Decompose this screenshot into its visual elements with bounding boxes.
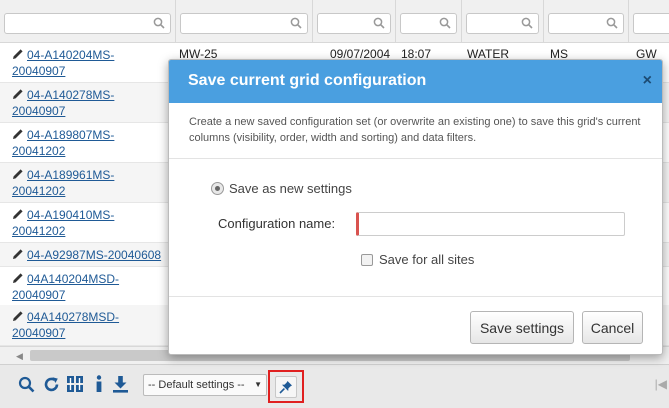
radio-button[interactable] [211, 182, 224, 195]
search-icon [606, 17, 618, 29]
filter-input[interactable] [180, 13, 308, 34]
scroll-left-icon[interactable]: ◀ [16, 351, 23, 362]
grid-toolbar: -- Default settings -- ▼ |◀ [0, 364, 669, 408]
filter-input[interactable] [400, 13, 457, 34]
filter-input[interactable] [466, 13, 539, 34]
filter-cell [396, 0, 462, 43]
checkbox[interactable] [361, 253, 373, 266]
pencil-icon[interactable] [12, 168, 24, 180]
refresh-icon[interactable] [41, 374, 61, 394]
configuration-name-input[interactable] [356, 212, 625, 236]
record-id-cell: 04-A92987MS-20040608 [12, 247, 172, 263]
search-icon [290, 17, 302, 29]
pencil-icon[interactable] [12, 128, 24, 140]
save-settings-button[interactable]: Save settings [470, 311, 574, 344]
record-link[interactable]: 04A140278MSD- [27, 310, 119, 324]
record-link[interactable]: 04-A140278MS- [27, 88, 114, 102]
columns-icon[interactable] [65, 374, 85, 394]
download-icon[interactable] [110, 374, 130, 394]
search-icon [521, 17, 533, 29]
record-link[interactable]: 20040907 [12, 104, 65, 118]
record-link[interactable]: 04-A189807MS- [27, 128, 114, 142]
pencil-icon[interactable] [12, 48, 24, 60]
record-id-cell: 04-A190410MS- 20041202 [12, 207, 172, 239]
record-id-cell: 04-A140204MS- 20040907 [12, 47, 172, 79]
save-grid-config-dialog: Save current grid configuration × Create… [168, 59, 663, 355]
radio-label: Save as new settings [229, 181, 352, 196]
record-id-cell: 04A140204MSD- 20040907 [12, 271, 172, 303]
record-link[interactable]: 04-A140204MS- [27, 48, 114, 62]
dialog-header: Save current grid configuration × [169, 60, 662, 103]
pin-icon [279, 380, 292, 394]
search-icon[interactable] [16, 374, 36, 394]
record-link[interactable]: 20040907 [12, 64, 65, 78]
pencil-icon[interactable] [12, 208, 24, 220]
record-link[interactable]: 20041202 [12, 184, 65, 198]
pin-button-face [275, 375, 297, 398]
settings-dropdown-value: -- Default settings -- [148, 379, 245, 391]
record-id-cell: 04-A140278MS- 20040907 [12, 87, 172, 119]
record-id-cell: 04-A189807MS- 20041202 [12, 127, 172, 159]
pencil-icon[interactable] [12, 272, 24, 284]
filter-cell [313, 0, 396, 43]
configuration-name-label: Configuration name: [218, 216, 336, 231]
save-configuration-button[interactable] [268, 370, 304, 403]
settings-dropdown[interactable]: -- Default settings -- ▼ [143, 374, 267, 396]
search-icon [153, 17, 165, 29]
record-link[interactable]: 04A140204MSD- [27, 272, 119, 286]
filter-input[interactable] [633, 13, 669, 34]
record-link[interactable]: 20040907 [12, 326, 65, 340]
filter-input[interactable] [4, 13, 171, 34]
filter-cell [462, 0, 544, 43]
dialog-footer: Save settings Cancel [169, 296, 662, 354]
pencil-icon[interactable] [12, 310, 24, 322]
record-link[interactable]: 04-A92987MS-20040608 [27, 248, 161, 262]
filter-row [0, 0, 669, 43]
pencil-icon[interactable] [12, 88, 24, 100]
filter-cell [0, 0, 176, 43]
pencil-icon[interactable] [12, 248, 24, 260]
search-icon [373, 17, 385, 29]
cancel-button[interactable]: Cancel [582, 311, 643, 344]
filter-cell [544, 0, 629, 43]
info-icon[interactable] [89, 374, 109, 394]
caret-down-icon: ▼ [254, 380, 262, 389]
dialog-description: Create a new saved configuration set (or… [169, 103, 662, 159]
dialog-title: Save current grid configuration [188, 72, 427, 89]
filter-cell [629, 0, 669, 43]
search-icon [439, 17, 451, 29]
record-link[interactable]: 20041202 [12, 224, 65, 238]
record-link[interactable]: 04-A190410MS- [27, 208, 114, 222]
checkbox-label: Save for all sites [379, 252, 475, 267]
filter-input[interactable] [548, 13, 624, 34]
filter-cell [176, 0, 313, 43]
close-icon[interactable]: × [643, 72, 652, 90]
save-for-all-sites-option[interactable]: Save for all sites [361, 252, 474, 267]
record-link[interactable]: 20040907 [12, 288, 65, 302]
record-id-cell: 04A140278MSD- 20040907 [12, 309, 172, 341]
last-page-icon[interactable]: |◀ [655, 377, 667, 391]
record-id-cell: 04-A189961MS- 20041202 [12, 167, 172, 199]
record-link[interactable]: 20041202 [12, 144, 65, 158]
filter-input[interactable] [317, 13, 391, 34]
record-link[interactable]: 04-A189961MS- [27, 168, 114, 182]
save-as-new-option[interactable]: Save as new settings [211, 181, 352, 196]
